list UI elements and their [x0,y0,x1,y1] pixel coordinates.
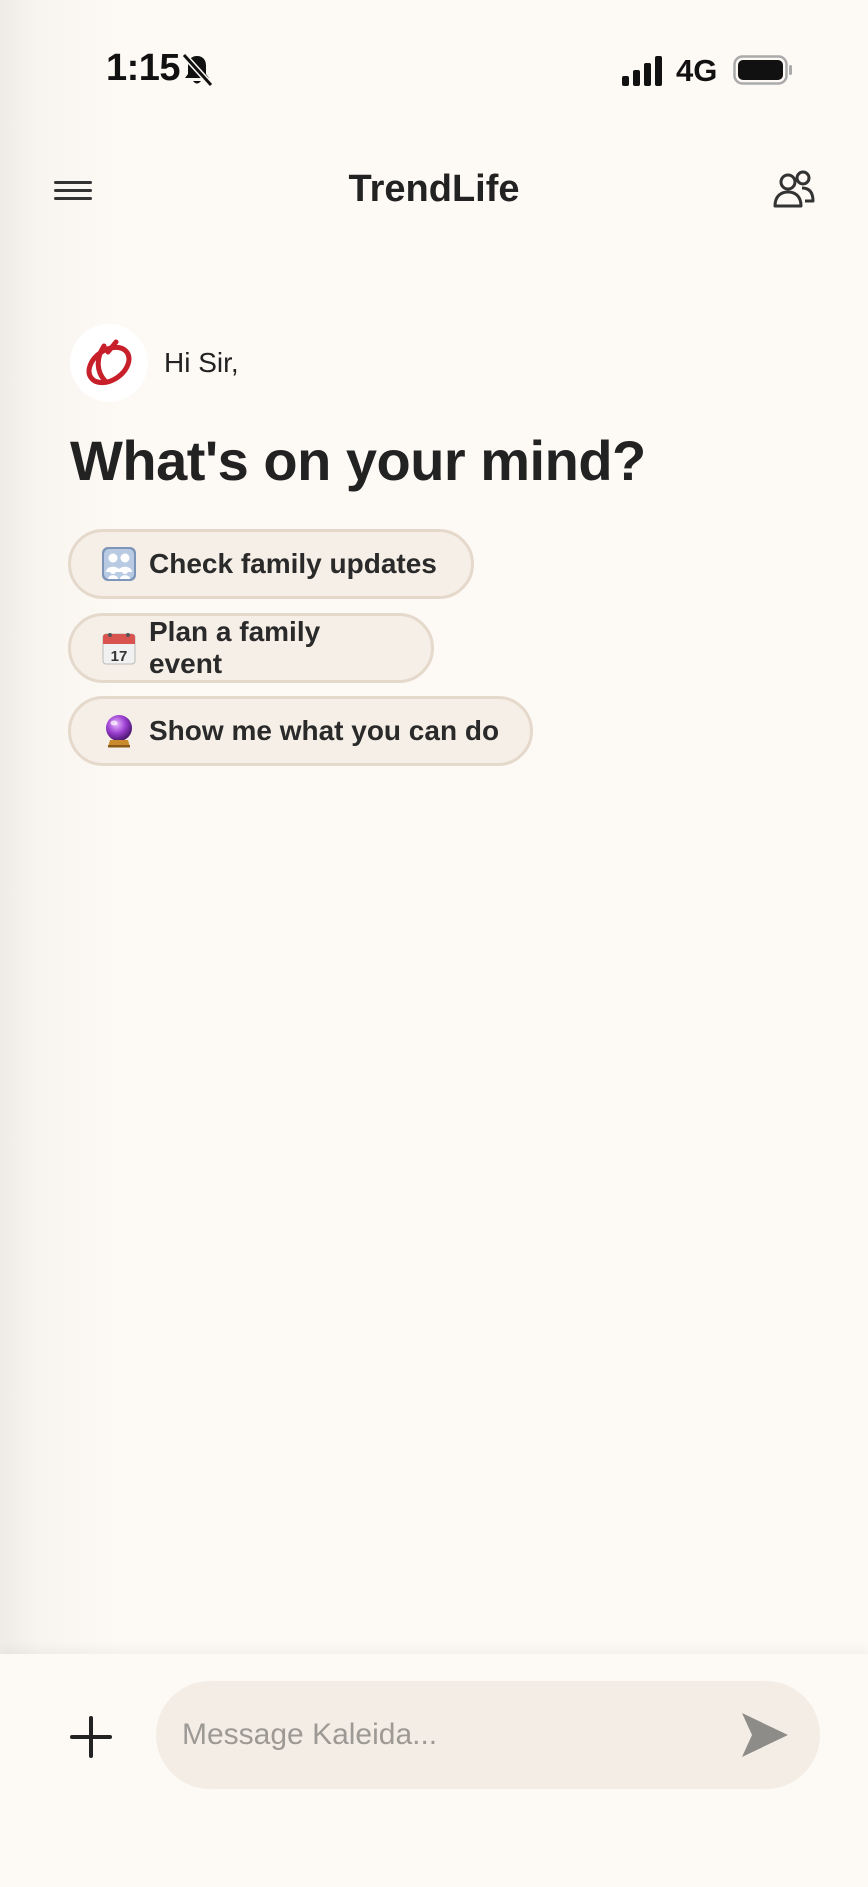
suggestion-plan-family-event[interactable]: 17 Plan a family event [68,613,434,683]
suggestion-check-family-updates[interactable]: Check family updates [68,529,474,599]
app-title: TrendLife [348,168,520,210]
greeting-text: Hi Sir, [164,347,239,378]
calendar-emoji-icon: 17 [102,633,136,665]
message-input[interactable] [182,1681,702,1789]
app-screen: 1:15 4G TrendLife Hi Sir, What's on your… [0,0,868,1887]
svg-text:17: 17 [111,648,128,665]
network-type: 4G [676,53,718,88]
status-bar: 1:15 4G [0,0,868,140]
message-box [156,1681,820,1789]
cellular-signal-icon [622,56,662,86]
send-icon[interactable] [738,1709,790,1761]
suggestion-show-capabilities[interactable]: Show me what you can do [68,696,533,766]
bell-muted-icon [181,52,214,88]
assistant-avatar [70,324,148,402]
add-attachment-button[interactable] [66,1712,116,1762]
page-headline: What's on your mind? [70,429,646,492]
suggestion-label: Plan a family event [148,616,321,679]
suggestion-label: Show me what you can do [149,715,500,746]
family-emoji-icon [102,547,136,581]
suggestion-label: Check family updates [149,548,437,579]
status-time: 1:15 [106,47,181,89]
message-composer [0,1654,868,1887]
crystal-ball-emoji-icon [106,715,132,748]
battery-icon [733,55,792,85]
people-icon[interactable] [772,168,816,212]
brand-logo-icon [86,339,132,386]
app-header: TrendLife [0,150,868,230]
